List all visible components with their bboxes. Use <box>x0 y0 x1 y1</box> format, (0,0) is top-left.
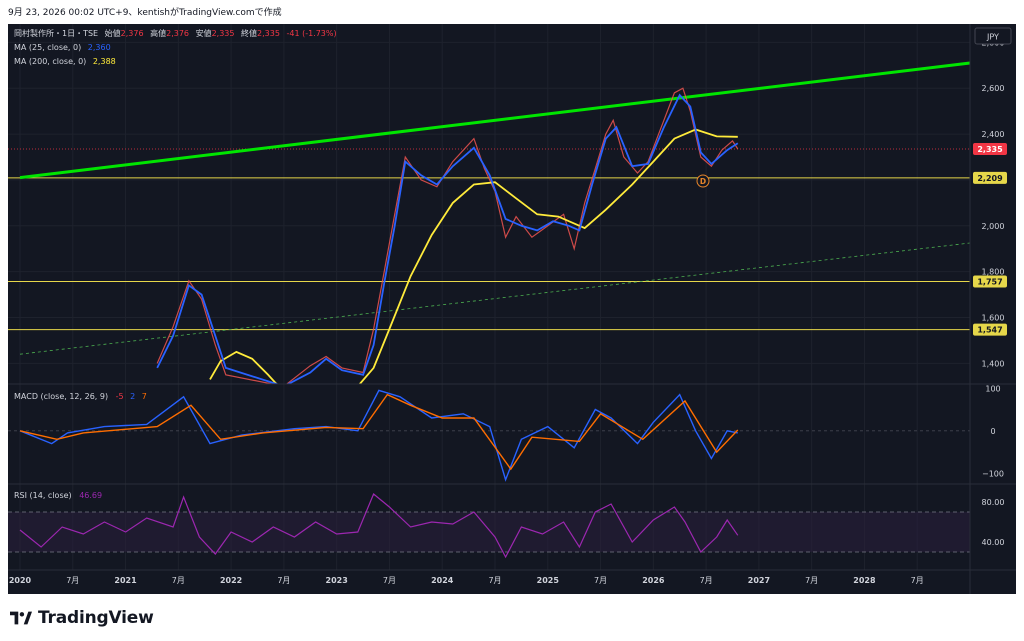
tradingview-logo-icon <box>10 611 32 625</box>
time-tick-label: 7月 <box>700 576 713 585</box>
time-tick-label: 7月 <box>277 576 290 585</box>
chart-container[interactable]: 1,4001,6001,8002,0002,2002,4002,6002,800… <box>8 24 1016 594</box>
price-tick-label: 1,600 <box>982 314 1005 323</box>
time-tick-label: 2020 <box>9 576 32 585</box>
time-tick-label: 2022 <box>220 576 242 585</box>
price-tick-label: 2,400 <box>982 130 1005 139</box>
rsi-tick-label: 80.00 <box>982 498 1005 507</box>
price-tick-label: 1,800 <box>982 268 1005 277</box>
legend-ma200-value: 2,388 <box>93 57 116 66</box>
macd-legend-label: MACD (close, 12, 26, 9) <box>14 392 108 401</box>
time-tick-label: 2021 <box>114 576 137 585</box>
brand-name: TradingView <box>38 608 154 628</box>
legend-high-value: 2,376 <box>166 29 189 38</box>
rsi-legend-value: 46.69 <box>79 491 102 500</box>
time-tick-label: 2025 <box>537 576 560 585</box>
macd-tick-label: −100 <box>982 469 1004 478</box>
time-tick-label: 7月 <box>66 576 79 585</box>
time-tick-label: 2027 <box>748 576 770 585</box>
price-tick-label: 2,600 <box>982 84 1005 93</box>
dividend-event-label: D <box>700 177 706 186</box>
legend-close-value: 2,335 <box>257 29 280 38</box>
legend-change: -41 (-1.73%) <box>286 29 336 38</box>
level-price-tag-label: 1,547 <box>977 326 1002 335</box>
time-tick-label: 7月 <box>805 576 818 585</box>
legend-ma25-label: MA (25, close, 0) <box>14 43 81 52</box>
rsi-tick-label: 40.00 <box>982 538 1005 547</box>
last-price-tag-label: 2,335 <box>977 145 1003 154</box>
time-tick-label: 2028 <box>853 576 876 585</box>
currency-label: JPY <box>986 33 999 42</box>
rsi-band-layer <box>8 511 970 553</box>
time-tick-label: 2023 <box>326 576 348 585</box>
macd-legend-v1: -5 <box>116 392 124 401</box>
legend-symbol[interactable]: 岡村製作所・1日・TSE <box>14 28 98 38</box>
legend-low-label: 安値 <box>196 28 212 38</box>
legend-ma200-label: MA (200, close, 0) <box>14 57 86 66</box>
legend-line-ma25[interactable]: MA (25, close, 0) 2,360 <box>14 43 111 52</box>
legend-ma25-value: 2,360 <box>88 43 111 52</box>
time-tick-label: 7月 <box>594 576 607 585</box>
macd-legend-v3: 7 <box>142 392 147 401</box>
chart-caption: 9月 23, 2026 00:02 UTC+9、kentishがTradingV… <box>8 8 282 18</box>
time-tick-label: 2024 <box>431 576 454 585</box>
time-tick-label: 7月 <box>172 576 185 585</box>
legend-high-label: 高値 <box>150 28 166 38</box>
tradingview-logo[interactable]: TradingView <box>10 608 154 628</box>
legend-open-value: 2,376 <box>121 29 144 38</box>
price-tick-label: 2,000 <box>982 222 1005 231</box>
macd-tick-label: 100 <box>985 384 1000 393</box>
time-tick-label: 7月 <box>383 576 396 585</box>
level-price-tag-label: 2,209 <box>977 174 1003 183</box>
legend-close-label: 終値 <box>241 28 257 38</box>
macd-legend-v2: 2 <box>130 392 135 401</box>
level-price-tag-label: 1,757 <box>977 278 1002 287</box>
legend-line-ohlc: 岡村製作所・1日・TSE 始値2,376 高値2,376 安値2,335 終値2… <box>14 28 337 38</box>
rsi-band <box>8 512 970 552</box>
legend-line-ma200[interactable]: MA (200, close, 0) 2,388 <box>14 57 116 66</box>
time-tick-label: 7月 <box>911 576 924 585</box>
chart-svg[interactable]: 1,4001,6001,8002,0002,2002,4002,6002,800… <box>8 24 1016 594</box>
rsi-legend-label: RSI (14, close) <box>14 491 72 500</box>
legend-open-label: 始値 <box>105 28 121 38</box>
time-tick-label: 2026 <box>642 576 665 585</box>
rsi-legend[interactable]: RSI (14, close) 46.69 <box>14 491 102 500</box>
time-tick-label: 7月 <box>488 576 501 585</box>
macd-tick-label: 0 <box>990 427 995 436</box>
legend-low-value: 2,335 <box>212 29 235 38</box>
price-tick-label: 1,400 <box>982 359 1005 368</box>
